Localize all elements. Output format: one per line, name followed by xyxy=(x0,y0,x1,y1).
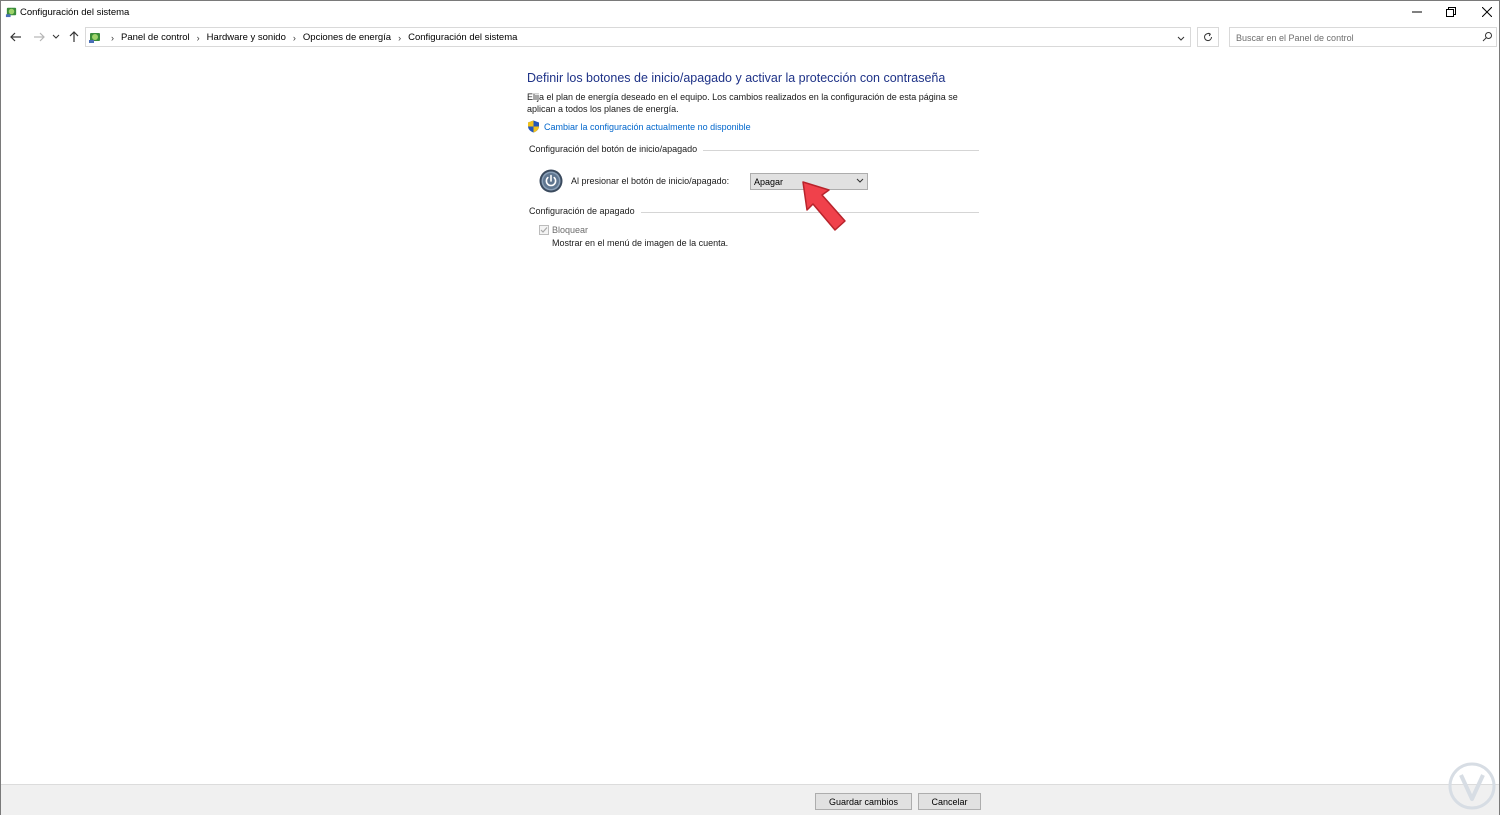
power-button-setting: Al presionar el botón de inicio/apagado:… xyxy=(539,169,979,193)
section-heading: Configuración de apagado xyxy=(529,206,641,216)
title-bar: Configuración del sistema xyxy=(1,1,1499,23)
close-icon xyxy=(1482,7,1492,17)
search-input[interactable] xyxy=(1236,31,1466,44)
power-icon xyxy=(539,169,563,193)
refresh-button[interactable] xyxy=(1197,27,1219,47)
forward-button[interactable] xyxy=(30,28,48,46)
description-line: Elija el plan de energía deseado en el e… xyxy=(527,92,958,102)
checkmark-icon xyxy=(540,227,548,233)
uac-shield-icon xyxy=(528,120,539,133)
up-button[interactable] xyxy=(65,28,83,46)
save-button[interactable]: Guardar cambios xyxy=(815,793,912,810)
change-settings-link-label[interactable]: Cambiar la configuración actualmente no … xyxy=(544,122,751,132)
chevron-right-icon: › xyxy=(111,32,114,43)
breadcrumb-item-hardware-y-sonido[interactable]: Hardware y sonido xyxy=(207,32,286,43)
search-box[interactable] xyxy=(1229,27,1497,47)
control-panel-icon xyxy=(89,33,100,43)
change-settings-link[interactable]: Cambiar la configuración actualmente no … xyxy=(527,120,751,133)
lock-checkbox[interactable] xyxy=(539,225,549,235)
chevron-right-icon: › xyxy=(196,32,200,43)
power-button-action-value: Apagar xyxy=(754,177,784,187)
restore-icon xyxy=(1446,7,1456,17)
description-line: aplican a todos los planes de energía. xyxy=(527,103,679,114)
restore-button[interactable] xyxy=(1433,1,1469,23)
power-button-label: Al presionar el botón de inicio/apagado: xyxy=(571,176,730,186)
window-title: Configuración del sistema xyxy=(20,7,130,18)
lock-label: Bloquear xyxy=(552,225,589,235)
page-title: Definir los botones de inicio/apagado y … xyxy=(527,71,946,85)
close-button[interactable] xyxy=(1469,1,1500,23)
shutdown-section-header: Configuración de apagado xyxy=(529,206,979,218)
annotation-arrow-icon xyxy=(802,181,846,231)
arrow-left-icon xyxy=(10,32,21,42)
back-button[interactable] xyxy=(7,28,25,46)
chevron-right-icon: › xyxy=(398,32,402,43)
arrow-up-icon xyxy=(69,31,79,42)
breadcrumb-item-opciones-de-energia[interactable]: Opciones de energía xyxy=(303,32,391,43)
breadcrumb-item-configuracion-del-sistema[interactable]: Configuración del sistema xyxy=(408,32,517,43)
breadcrumb-item-panel-de-control[interactable]: Panel de control xyxy=(121,32,190,43)
section-heading: Configuración del botón de inicio/apagad… xyxy=(529,144,704,154)
footer: Guardar cambios Cancelar xyxy=(1,785,1499,815)
window: Configuración del sistema › Panel de con… xyxy=(0,0,1500,815)
page-description: Elija el plan de energía deseado en el e… xyxy=(527,92,975,115)
navigation-bar: › Panel de control › Hardware y sonido ›… xyxy=(1,25,1499,49)
lock-description: Mostrar en el menú de imagen de la cuent… xyxy=(552,238,729,248)
refresh-icon xyxy=(1204,32,1213,42)
address-dropdown-button[interactable] xyxy=(1172,30,1190,48)
recent-locations-button[interactable] xyxy=(50,28,62,46)
chevron-right-icon: › xyxy=(292,32,296,43)
chevron-down-icon xyxy=(1177,36,1185,41)
watermark-logo-icon xyxy=(1448,762,1496,810)
minimize-button[interactable] xyxy=(1399,1,1435,23)
chevron-down-icon xyxy=(856,178,864,183)
minimize-icon xyxy=(1412,11,1422,13)
chevron-down-icon xyxy=(52,34,60,39)
power-button-section-header: Configuración del botón de inicio/apagad… xyxy=(529,144,979,156)
breadcrumb: › Panel de control › Hardware y sonido ›… xyxy=(104,32,517,43)
control-panel-icon xyxy=(5,7,17,18)
arrow-right-icon xyxy=(34,32,45,42)
address-bar[interactable]: › Panel de control › Hardware y sonido ›… xyxy=(85,27,1191,47)
cancel-button[interactable]: Cancelar xyxy=(918,793,981,810)
search-icon[interactable] xyxy=(1482,31,1493,42)
